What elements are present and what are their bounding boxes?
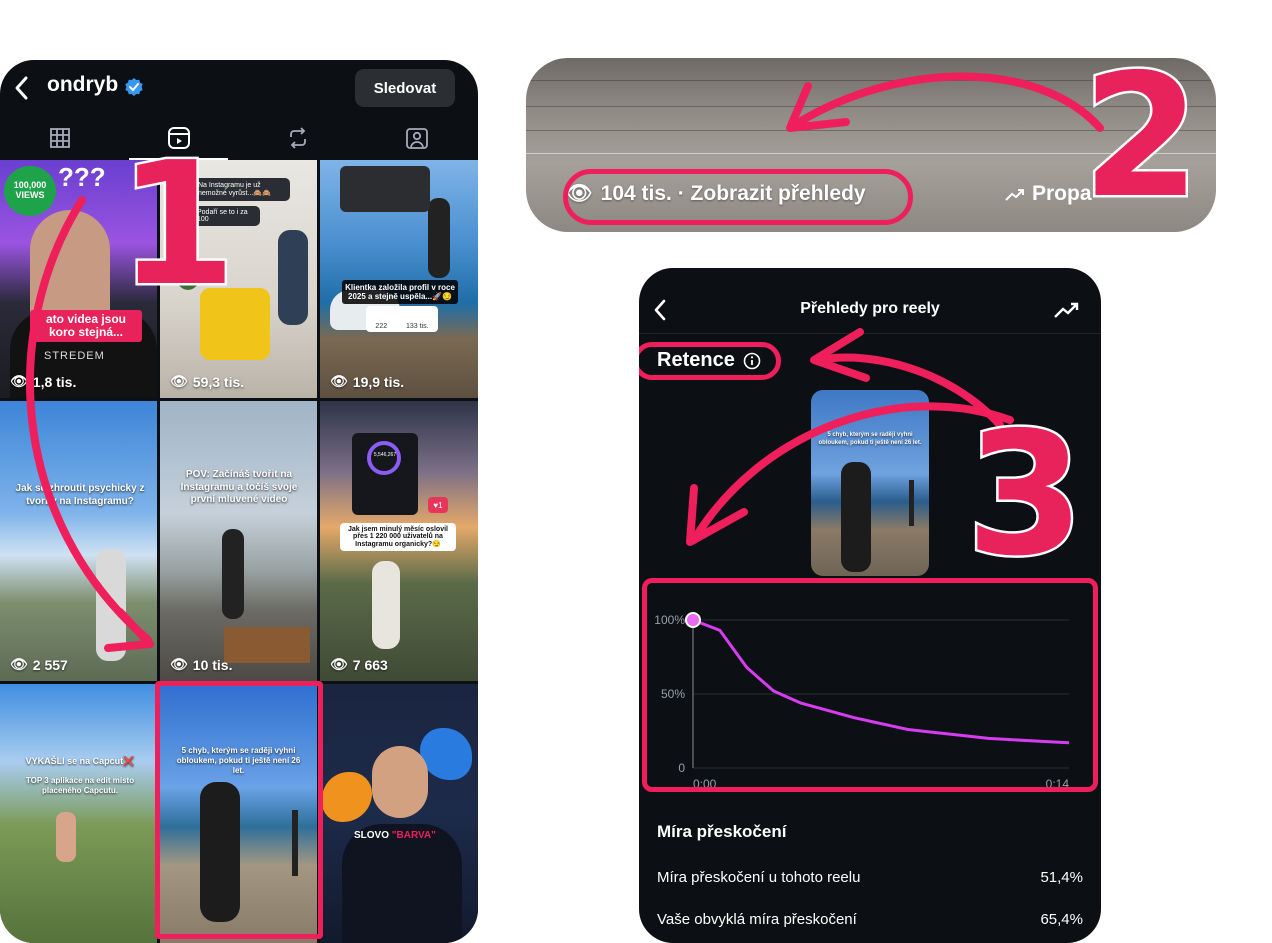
- step-2-number: 2: [1079, 38, 1202, 236]
- step-3-number: 3: [963, 396, 1086, 594]
- arrow-3b-head: [686, 484, 748, 546]
- arrow-3b: [690, 402, 1014, 544]
- step-1-number: 1: [115, 126, 238, 324]
- arrow-1-head: [104, 608, 154, 652]
